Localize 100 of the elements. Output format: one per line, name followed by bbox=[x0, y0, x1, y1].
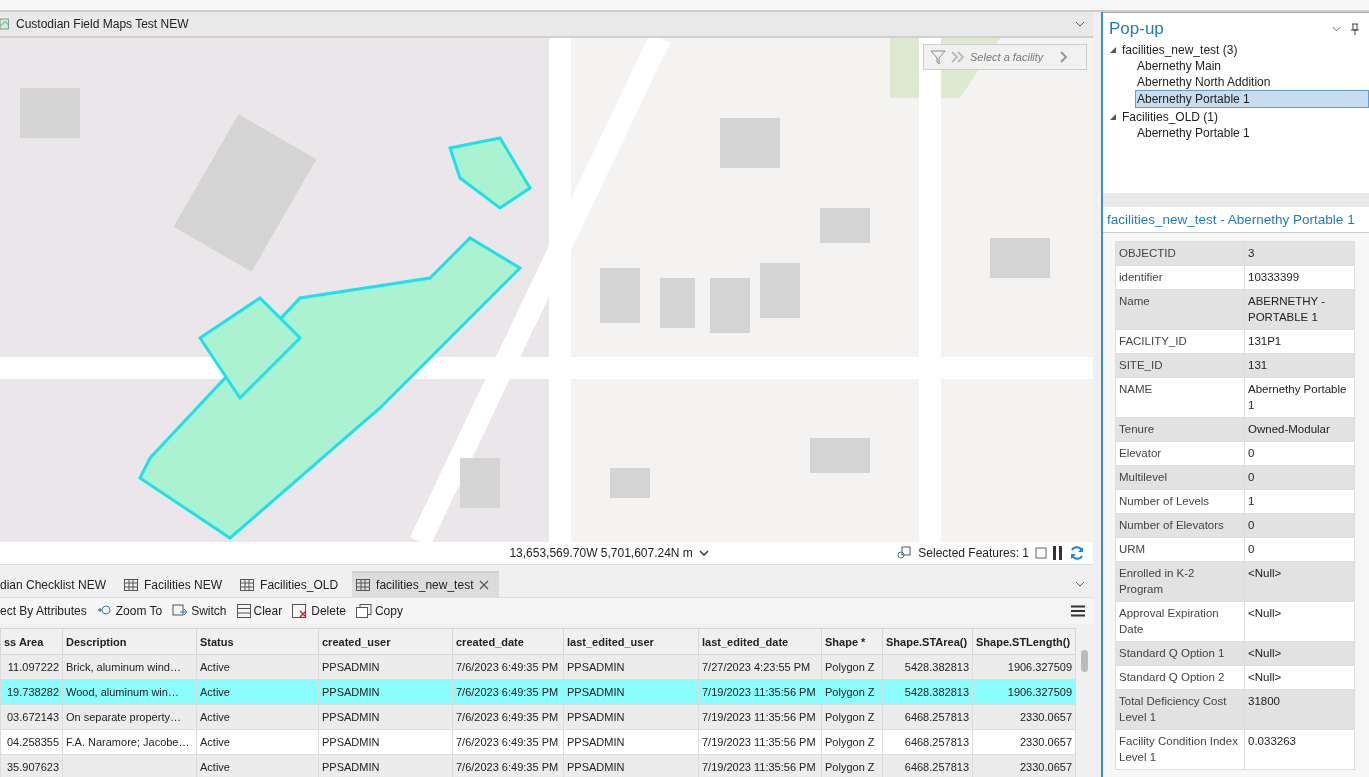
coordinates-text: 13,653,569.70W 5,701,607.24N m bbox=[509, 546, 693, 560]
table-cell: PPSADMIN bbox=[322, 661, 380, 673]
column-header[interactable]: Shape * bbox=[821, 628, 883, 655]
field-value: <Null> bbox=[1248, 567, 1282, 579]
toolbar-button[interactable]: Clear bbox=[234, 602, 285, 620]
table-cell: PPSADMIN bbox=[567, 736, 625, 748]
map-view-title[interactable]: Custodian Field Maps Test NEW bbox=[16, 17, 189, 31]
table-cell: Active bbox=[200, 686, 230, 698]
selection-icon bbox=[896, 545, 913, 561]
table-cell: 19.738282 bbox=[7, 686, 59, 698]
table-cell: Active bbox=[200, 761, 230, 773]
field-name: identifier bbox=[1119, 271, 1163, 283]
refresh-icon[interactable] bbox=[1069, 545, 1085, 561]
menu-icon[interactable] bbox=[1071, 605, 1085, 617]
table-row[interactable]: 35.907623 Active PPSADMIN 7/6/2023 6:49:35 PM PPSADMIN 7/19/2023 11:35:56 PM Polygon Z 6468.257813 2330.0657 bbox=[0, 754, 1076, 777]
facility-selector[interactable]: Select a facility bbox=[923, 44, 1087, 70]
table-cell: 6468.257813 bbox=[904, 761, 969, 773]
field-name: NAME bbox=[1119, 383, 1153, 395]
field-name: Number of Elevators bbox=[1119, 519, 1224, 531]
table-cell: PPSADMIN bbox=[322, 761, 380, 773]
table-cell: 2330.0657 bbox=[1020, 761, 1072, 773]
tree-group-label[interactable]: Facilities_OLD (1) bbox=[1122, 109, 1219, 124]
field-value: <Null> bbox=[1248, 671, 1282, 683]
table-cell: PPSADMIN bbox=[567, 661, 625, 673]
table-cell: 2330.0657 bbox=[1020, 711, 1072, 723]
selected-features-text[interactable]: Selected Features: 1 bbox=[918, 546, 1029, 560]
pin-icon[interactable] bbox=[1351, 23, 1359, 35]
table-cell: 1906.327509 bbox=[1007, 686, 1072, 698]
table-tab[interactable]: Facilities NEW bbox=[120, 573, 233, 597]
field-value: Abernethy Portable 1 bbox=[1248, 383, 1347, 411]
field-value: <Null> bbox=[1248, 647, 1282, 659]
table-cell: Active bbox=[200, 736, 230, 748]
table-cell: 35.907623 bbox=[7, 761, 59, 773]
tree-item[interactable]: Abernethy Portable 1 bbox=[1135, 90, 1369, 108]
chevron-down-icon[interactable] bbox=[1075, 21, 1085, 27]
expand-triangle-icon[interactable] bbox=[1109, 45, 1117, 54]
field-value: 31800 bbox=[1248, 695, 1280, 707]
field-value: 0 bbox=[1248, 543, 1255, 555]
column-header[interactable]: last_edited_date bbox=[698, 628, 822, 655]
field-value: 131 bbox=[1248, 359, 1268, 371]
switch-icon bbox=[172, 604, 189, 618]
column-header[interactable]: Shape.STArea() bbox=[882, 628, 973, 655]
column-header[interactable]: created_date bbox=[452, 628, 564, 655]
table-tab[interactable]: facilities_new_test bbox=[352, 571, 500, 597]
toolbar-button[interactable]: Copy bbox=[353, 602, 405, 620]
column-header[interactable]: created_user bbox=[318, 628, 453, 655]
column-header[interactable]: ss Area bbox=[0, 628, 63, 655]
map-icon bbox=[0, 17, 10, 31]
field-value: 3 bbox=[1248, 247, 1255, 259]
table-icon bbox=[236, 604, 251, 618]
field-name: Tenure bbox=[1119, 423, 1155, 435]
toolbar-button[interactable]: Switch bbox=[170, 602, 229, 620]
table-cell: On separate property… bbox=[66, 711, 181, 723]
table-row[interactable]: 04.258355 F.A. Naramore; Jacobe… Active PPSADMIN 7/6/2023 6:49:35 PM PPSADMIN 7/19/2023 11:35:56 PM Polygon Z 6468.257813 2330.0657 bbox=[0, 729, 1076, 755]
field-value: 0 bbox=[1248, 447, 1255, 459]
table-cell: Active bbox=[200, 711, 230, 723]
column-header[interactable]: Shape.STLength() bbox=[972, 628, 1076, 655]
field-name: Standard Q Option 2 bbox=[1119, 671, 1225, 683]
table-tab[interactable]: dian Checklist NEW bbox=[0, 573, 117, 597]
field-name: Facility Condition Index Level 1 bbox=[1119, 735, 1238, 763]
toolbar-button[interactable]: Delete bbox=[290, 602, 348, 620]
tree-item[interactable]: Abernethy Portable 1 bbox=[1103, 125, 1369, 141]
table-icon bbox=[240, 579, 255, 591]
field-value: 0.033263 bbox=[1248, 735, 1296, 747]
facility-search-field[interactable]: Select a facility bbox=[970, 51, 1056, 63]
chevron-down-icon[interactable] bbox=[698, 550, 709, 556]
tree-item[interactable]: Abernethy Main bbox=[1103, 58, 1369, 74]
tree-item[interactable]: Abernethy North Addition bbox=[1103, 74, 1369, 90]
field-name: Enrolled in K-2 Program bbox=[1119, 567, 1195, 595]
table-cell: 11.097222 bbox=[7, 661, 59, 673]
close-icon[interactable] bbox=[479, 580, 490, 590]
table-cell: 7/6/2023 6:49:35 PM bbox=[456, 711, 559, 723]
table-icon[interactable] bbox=[1035, 547, 1047, 559]
double-chevron-icon bbox=[950, 51, 966, 63]
table-tab[interactable]: Facilities_OLD bbox=[236, 573, 349, 597]
column-header[interactable]: Description bbox=[62, 628, 197, 655]
field-name: Multilevel bbox=[1119, 471, 1167, 483]
field-name: Standard Q Option 1 bbox=[1119, 647, 1225, 659]
table-row[interactable]: 03.672143 On separate property… Active PPSADMIN 7/6/2023 6:49:35 PM PPSADMIN 7/19/2023 11:35:56 PM Polygon Z 6468.257813 2330.0657 bbox=[0, 704, 1076, 730]
chevron-down-icon[interactable] bbox=[1075, 581, 1085, 587]
table-cell: Polygon Z bbox=[825, 686, 875, 698]
field-value: 10333399 bbox=[1248, 271, 1300, 283]
table-cell: 7/27/2023 4:23:55 PM bbox=[702, 661, 811, 673]
pane-title: Pop-up bbox=[1109, 19, 1164, 39]
table-cell: 7/19/2023 11:35:56 PM bbox=[702, 761, 816, 773]
table-row[interactable]: 11.097222 Brick, aluminum wind… Active PPSADMIN 7/6/2023 6:49:35 PM PPSADMIN 7/27/2023 4:23:55 PM Polygon Z 5428.382813 1906.327509 bbox=[0, 654, 1076, 680]
table-cell: F.A. Naramore; Jacobe… bbox=[66, 736, 190, 748]
pause-icon[interactable] bbox=[1053, 546, 1063, 560]
table-row[interactable]: 19.738282 Wood, aluminum win… Active PPSADMIN 7/6/2023 6:49:35 PM PPSADMIN 7/19/2023 11:35:56 PM Polygon Z 5428.382813 1906.327509 bbox=[0, 679, 1076, 705]
tree-group-label[interactable]: facilities_new_test (3) bbox=[1122, 42, 1238, 57]
table-cell: 03.672143 bbox=[7, 711, 59, 723]
toolbar-button[interactable]: ect By Attributes bbox=[0, 602, 89, 620]
field-value: 0 bbox=[1248, 471, 1255, 483]
field-name: FACILITY_ID bbox=[1119, 335, 1187, 347]
column-header[interactable]: Status bbox=[196, 628, 319, 655]
expand-triangle-icon[interactable] bbox=[1109, 112, 1117, 121]
toolbar-button[interactable]: Zoom To bbox=[94, 602, 165, 620]
table-cell: 6468.257813 bbox=[904, 711, 969, 723]
column-header[interactable]: last_edited_user bbox=[563, 628, 699, 655]
table-cell: PPSADMIN bbox=[322, 736, 380, 748]
